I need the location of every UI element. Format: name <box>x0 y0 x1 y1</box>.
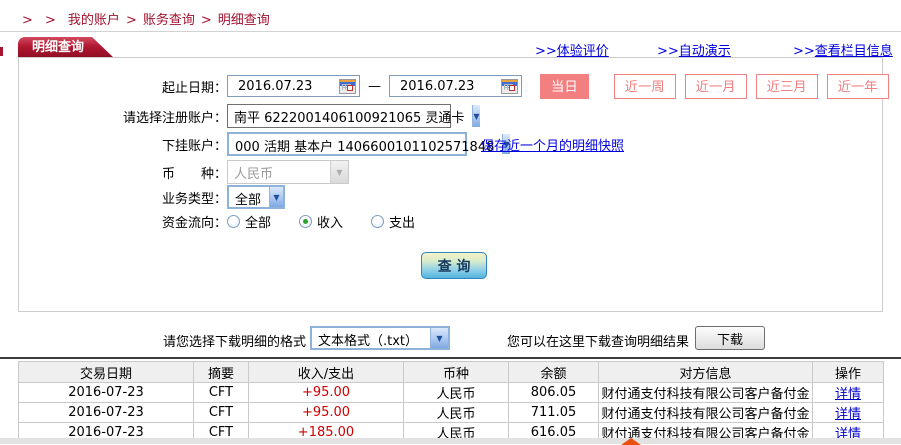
date-to-value: 2016.07.23 <box>400 78 475 94</box>
chevron-down-icon[interactable]: ▼ <box>269 187 283 207</box>
register-account-value: 南平 6222001406100921065 灵通卡 <box>234 111 465 126</box>
breadcrumb-divider <box>0 31 901 32</box>
breadcrumb-item-account-query[interactable]: 账务查询 <box>143 13 195 28</box>
register-account-label: 请选择注册账户： <box>122 110 227 126</box>
flow-option-income[interactable]: 收入 <box>299 212 343 231</box>
query-button[interactable]: 查 询 <box>421 252 487 279</box>
chevron-down-icon: ▼ <box>330 161 348 183</box>
radio-icon[interactable] <box>371 214 385 228</box>
register-account-select[interactable]: 南平 6222001406100921065 灵通卡 ▼ <box>227 104 480 128</box>
left-edge-accent <box>0 47 3 56</box>
biz-type-value: 全部 <box>235 193 262 208</box>
cell-currency: 人民币 <box>403 382 509 403</box>
breadcrumb-separator: > <box>125 13 137 28</box>
cell-date: 2016-07-23 <box>18 402 194 423</box>
cell-amount: +95.00 <box>248 382 404 403</box>
col-currency: 币种 <box>403 361 509 383</box>
sub-account-label: 下挂账户： <box>161 138 227 154</box>
col-action: 操作 <box>812 361 884 383</box>
quick-range-3months-button[interactable]: 近三月 <box>755 73 818 99</box>
fund-flow-row: 资金流向： 全部 收入 支出 <box>19 209 415 233</box>
breadcrumb: > > 我的账户 > 账务查询 > 明细查询 <box>22 9 270 28</box>
bottom-flame-icon <box>621 438 641 445</box>
cell-currency: 人民币 <box>403 402 509 423</box>
quick-range-today-button[interactable]: 当日 <box>540 73 589 99</box>
cell-counterparty: 财付通支付科技有限公司客户备付金 <box>598 402 813 423</box>
chevron-down-icon[interactable]: ▼ <box>430 328 448 348</box>
detail-link[interactable]: 详情 <box>835 407 861 422</box>
download-format-value: 文本格式（.txt） <box>318 334 419 349</box>
fund-flow-label: 资金流向： <box>161 215 227 231</box>
table-top-divider <box>0 357 901 359</box>
biz-type-row: 业务类型： 全部 ▼ <box>19 185 285 209</box>
col-summary: 摘要 <box>193 361 249 383</box>
breadcrumb-item-detail-query[interactable]: 明细查询 <box>218 13 270 28</box>
cell-counterparty: 财付通支付科技有限公司客户备付金 <box>598 382 813 403</box>
breadcrumb-prefix: > > <box>22 13 60 28</box>
date-to-input[interactable]: 2016.07.23 <box>389 75 522 97</box>
currency-label: 币 种： <box>161 166 227 182</box>
flow-option-all[interactable]: 全部 <box>227 212 271 231</box>
quick-range-buttons: 当日 近一周 近一月 近三月 近一年 <box>540 73 889 99</box>
flow-option-expense[interactable]: 支出 <box>371 212 415 231</box>
biz-type-label: 业务类型： <box>161 191 227 207</box>
table-header-row: 交易日期 摘要 收入/支出 币种 余额 对方信息 操作 <box>18 361 884 383</box>
breadcrumb-item-my-account[interactable]: 我的账户 <box>68 13 120 28</box>
col-counterparty: 对方信息 <box>598 361 813 383</box>
cell-balance: 806.05 <box>508 382 599 403</box>
calendar-icon[interactable] <box>501 78 518 94</box>
date-range-row: 起止日期： 2016.07.23 — 2016.07.23 当日 近一周 近一月… <box>19 73 889 99</box>
col-date: 交易日期 <box>18 361 194 383</box>
transactions-table: 交易日期 摘要 收入/支出 币种 余额 对方信息 操作 2016-07-23 C… <box>18 361 884 443</box>
query-form-panel: 起止日期： 2016.07.23 — 2016.07.23 当日 近一周 近一月… <box>18 57 889 312</box>
date-separator: — <box>368 78 381 94</box>
currency-row: 币 种： 人民币 ▼ <box>19 160 349 184</box>
cell-amount: +95.00 <box>248 402 404 423</box>
cell-summary: CFT <box>193 402 249 423</box>
radio-selected-icon[interactable] <box>299 214 313 228</box>
date-range-label: 起止日期： <box>161 80 227 96</box>
tab-label: 明细查询 <box>32 40 85 55</box>
download-format-label: 请您选择下载明细的格式 <box>163 335 307 350</box>
register-account-row: 请选择注册账户： 南平 6222001406100921065 灵通卡 ▼ <box>19 104 480 128</box>
sub-account-value: 000 活期 基本户 1406600101102571848 <box>235 140 495 155</box>
tab-detail-query[interactable]: 明细查询 <box>18 37 114 58</box>
download-button[interactable]: 下载 <box>695 326 765 350</box>
col-balance: 余额 <box>508 361 599 383</box>
page: > > 我的账户 > 账务查询 > 明细查询 明细查询 >>体验评价 >>自动演示 >>查… <box>0 0 901 445</box>
quick-range-month-button[interactable]: 近一月 <box>684 73 747 99</box>
table-row: 2016-07-23 CFT +95.00 人民币 806.05 财付通支付科技… <box>18 382 884 403</box>
currency-select-disabled: 人民币 ▼ <box>227 160 349 184</box>
calendar-icon[interactable] <box>339 78 356 94</box>
bottom-strip <box>0 438 901 444</box>
download-format-select[interactable]: 文本格式（.txt） ▼ <box>310 326 450 350</box>
cell-balance: 711.05 <box>508 402 599 423</box>
save-snapshot-link[interactable]: 保存近一个月的明细快照 <box>481 135 624 154</box>
table-row: 2016-07-23 CFT +95.00 人民币 711.05 财付通支付科技… <box>18 402 884 423</box>
date-from-input[interactable]: 2016.07.23 <box>227 75 360 97</box>
breadcrumb-separator: > <box>200 13 212 28</box>
currency-value: 人民币 <box>234 167 274 182</box>
detail-link[interactable]: 详情 <box>835 387 861 402</box>
col-amount: 收入/支出 <box>248 361 404 383</box>
date-from-value: 2016.07.23 <box>238 78 313 94</box>
chevron-down-icon[interactable]: ▼ <box>472 105 480 127</box>
cell-summary: CFT <box>193 382 249 403</box>
quick-range-year-button[interactable]: 近一年 <box>826 73 889 99</box>
quick-range-week-button[interactable]: 近一周 <box>613 73 676 99</box>
fund-flow-options: 全部 收入 支出 <box>227 212 415 231</box>
radio-icon[interactable] <box>227 214 240 228</box>
sub-account-select[interactable]: 000 活期 基本户 1406600101102571848 ▼ <box>227 132 510 156</box>
download-hint: 您可以在这里下载查询明细结果 <box>507 335 690 350</box>
cell-date: 2016-07-23 <box>18 382 194 403</box>
biz-type-select[interactable]: 全部 ▼ <box>227 185 285 209</box>
sub-account-row: 下挂账户： 000 活期 基本户 1406600101102571848 ▼ 保… <box>19 132 624 156</box>
